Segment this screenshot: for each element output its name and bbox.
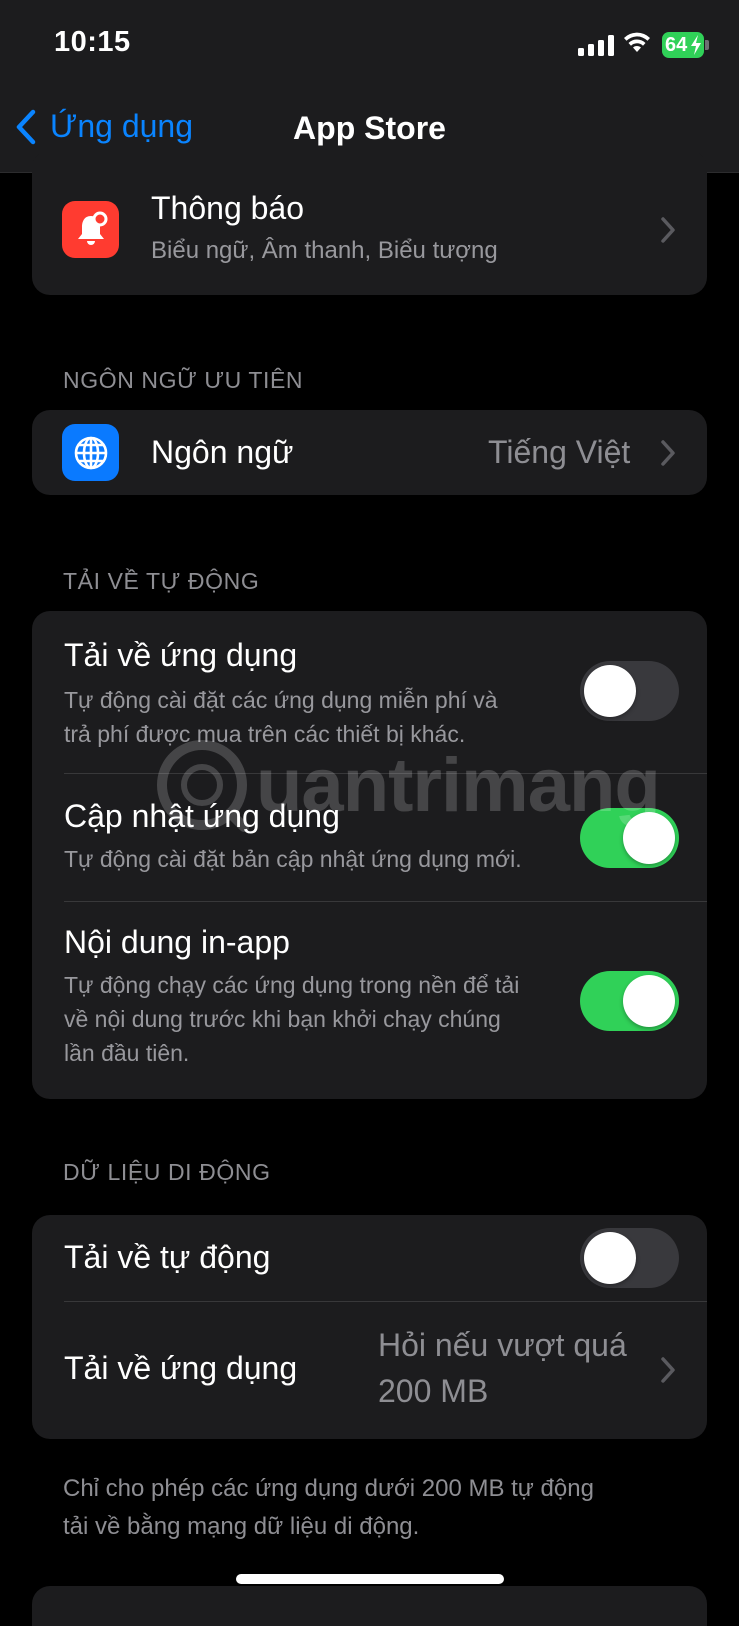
- in-app-content-desc: Tự động chạy các ứng dụng trong nền để t…: [64, 972, 520, 1066]
- next-group-peek: [32, 1586, 707, 1626]
- language-row[interactable]: Ngôn ngữ Tiếng Việt: [32, 410, 707, 495]
- battery-cap: [705, 40, 709, 50]
- app-downloads-title: Tải về ứng dụng: [64, 637, 298, 673]
- cellular-signal-icon: [578, 34, 614, 56]
- cellular-auto-download-title: Tải về tự động: [64, 1239, 271, 1275]
- notifications-title: Thông báo: [151, 190, 305, 226]
- chevron-right-icon: [661, 440, 675, 466]
- home-indicator[interactable]: [236, 1574, 504, 1584]
- app-downloads-desc: Tự động cài đặt các ứng dụng miễn phí và…: [64, 687, 498, 747]
- cellular-auto-download-toggle[interactable]: [580, 1228, 679, 1288]
- cellular-footer-note: Chỉ cho phép các ứng dụng dưới 200 MB tự…: [63, 1475, 594, 1540]
- app-updates-title: Cập nhật ứng dụng: [64, 798, 340, 834]
- wifi-icon: [624, 32, 650, 52]
- chevron-right-icon: [661, 217, 675, 243]
- navigation-bar: 10:15 64 Ứng dụng App Store: [0, 0, 739, 173]
- bell-badge-icon: [62, 201, 119, 258]
- page-title: App Store: [293, 110, 446, 146]
- chevron-right-icon: [661, 1357, 675, 1383]
- section-header-cellular: DỮ LIỆU DI ĐỘNG: [63, 1159, 271, 1185]
- globe-icon: [62, 424, 119, 481]
- app-updates-row: Cập nhật ứng dụng Tự động cài đặt bản cậ…: [32, 774, 707, 901]
- notifications-row[interactable]: Thông báo Biểu ngữ, Âm thanh, Biểu tượng: [32, 150, 707, 295]
- auto-downloads-group: Tải về ứng dụng Tự động cài đặt các ứng …: [32, 611, 707, 1099]
- battery-level: 64: [665, 33, 688, 56]
- battery-charging-icon: 64: [662, 32, 704, 58]
- language-group: Ngôn ngữ Tiếng Việt: [32, 410, 707, 495]
- cellular-app-downloads-value: Hỏi nếu vượt quá 200 MB: [378, 1327, 627, 1409]
- section-header-auto-downloads: TẢI VỀ TỰ ĐỘNG: [63, 568, 260, 594]
- app-downloads-row: Tải về ứng dụng Tự động cài đặt các ứng …: [32, 611, 707, 773]
- language-value: Tiếng Việt: [488, 434, 631, 470]
- section-header-language: NGÔN NGỮ ƯU TIÊN: [63, 367, 304, 393]
- language-title: Ngôn ngữ: [151, 434, 294, 470]
- cellular-app-downloads-row[interactable]: Tải về ứng dụng Hỏi nếu vượt quá 200 MB: [32, 1302, 707, 1439]
- cellular-group: Tải về tự động Tải về ứng dụng Hỏi nếu v…: [32, 1215, 707, 1439]
- notifications-subtitle: Biểu ngữ, Âm thanh, Biểu tượng: [151, 237, 498, 264]
- app-updates-desc: Tự động cài đặt bản cập nhật ứng dụng mớ…: [64, 846, 522, 872]
- cellular-auto-download-row: Tải về tự động: [32, 1215, 707, 1301]
- status-time: 10:15: [54, 26, 131, 58]
- in-app-content-toggle[interactable]: [580, 971, 679, 1031]
- in-app-content-row: Nội dung in-app Tự động chạy các ứng dụn…: [32, 902, 707, 1099]
- app-downloads-toggle[interactable]: [580, 661, 679, 721]
- notifications-group: Thông báo Biểu ngữ, Âm thanh, Biểu tượng: [32, 150, 707, 295]
- cellular-app-downloads-title: Tải về ứng dụng: [64, 1350, 298, 1386]
- in-app-content-title: Nội dung in-app: [64, 924, 290, 960]
- app-updates-toggle[interactable]: [580, 808, 679, 868]
